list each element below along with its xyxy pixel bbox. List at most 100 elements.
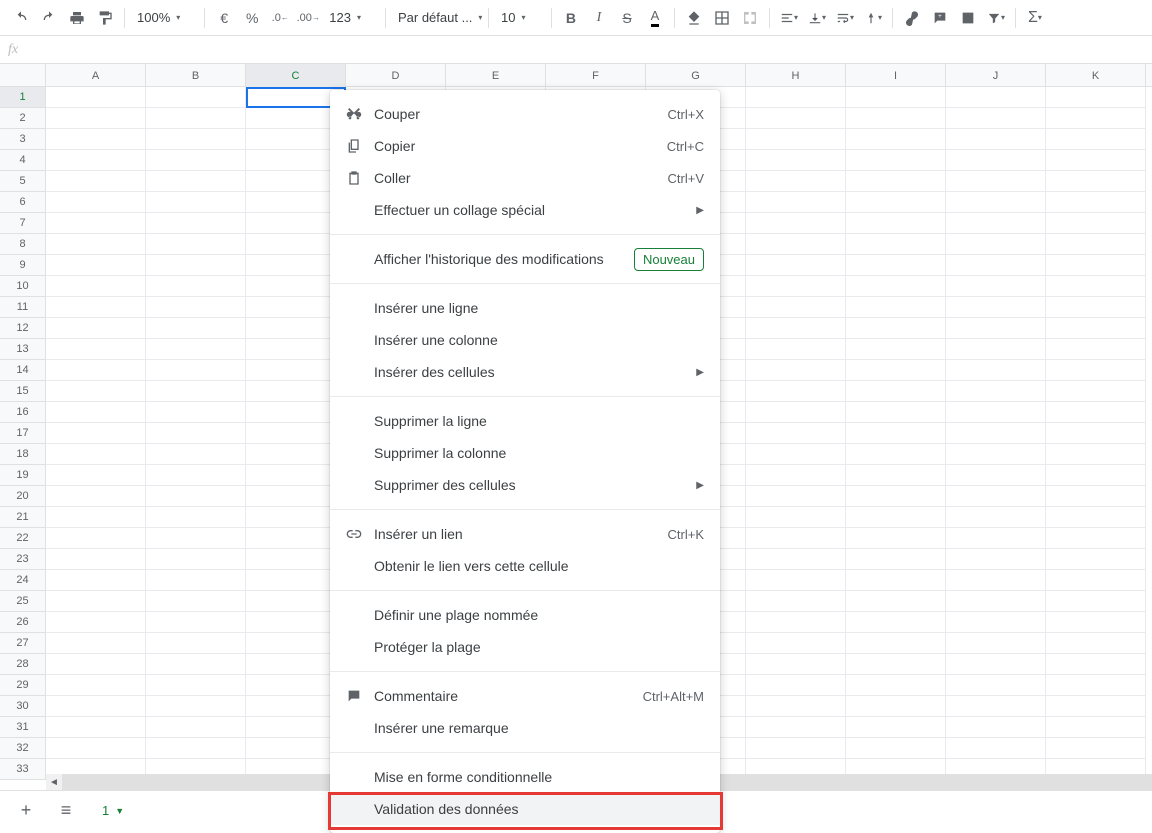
cell-J25[interactable]	[946, 591, 1046, 612]
cell-H24[interactable]	[746, 570, 846, 591]
decrease-decimal-button[interactable]: .0←	[267, 5, 293, 31]
cell-H27[interactable]	[746, 633, 846, 654]
cell-H20[interactable]	[746, 486, 846, 507]
cell-A10[interactable]	[46, 276, 146, 297]
cell-I27[interactable]	[846, 633, 946, 654]
cell-H1[interactable]	[746, 87, 846, 108]
cell-H30[interactable]	[746, 696, 846, 717]
row-header-16[interactable]: 16	[0, 402, 45, 423]
cell-A7[interactable]	[46, 213, 146, 234]
row-header-9[interactable]: 9	[0, 255, 45, 276]
cell-A5[interactable]	[46, 171, 146, 192]
cell-J29[interactable]	[946, 675, 1046, 696]
cell-K13[interactable]	[1046, 339, 1146, 360]
column-header-G[interactable]: G	[646, 64, 746, 87]
cell-A20[interactable]	[46, 486, 146, 507]
menu-insert-column[interactable]: Insérer une colonne	[330, 324, 720, 356]
column-header-E[interactable]: E	[446, 64, 546, 87]
cell-J32[interactable]	[946, 738, 1046, 759]
menu-cut[interactable]: Couper Ctrl+X	[330, 98, 720, 130]
cell-I17[interactable]	[846, 423, 946, 444]
row-header-1[interactable]: 1	[0, 87, 45, 108]
cell-A13[interactable]	[46, 339, 146, 360]
cell-J19[interactable]	[946, 465, 1046, 486]
menu-delete-column[interactable]: Supprimer la colonne	[330, 437, 720, 469]
row-header-32[interactable]: 32	[0, 738, 45, 759]
cell-I29[interactable]	[846, 675, 946, 696]
cell-I4[interactable]	[846, 150, 946, 171]
scroll-left-icon[interactable]: ◄	[46, 774, 62, 790]
cell-A25[interactable]	[46, 591, 146, 612]
cell-B1[interactable]	[146, 87, 246, 108]
cell-K27[interactable]	[1046, 633, 1146, 654]
add-sheet-button[interactable]: +	[12, 797, 40, 825]
cell-K4[interactable]	[1046, 150, 1146, 171]
all-sheets-button[interactable]: ≡	[52, 797, 80, 825]
cell-H18[interactable]	[746, 444, 846, 465]
cell-I16[interactable]	[846, 402, 946, 423]
menu-conditional-formatting[interactable]: Mise en forme conditionnelle	[330, 761, 720, 793]
cell-A17[interactable]	[46, 423, 146, 444]
cell-I28[interactable]	[846, 654, 946, 675]
cell-J14[interactable]	[946, 360, 1046, 381]
number-format-select[interactable]: 123	[323, 6, 379, 30]
row-header-25[interactable]: 25	[0, 591, 45, 612]
cell-B32[interactable]	[146, 738, 246, 759]
cell-A19[interactable]	[46, 465, 146, 486]
cell-H21[interactable]	[746, 507, 846, 528]
cell-J15[interactable]	[946, 381, 1046, 402]
cell-H14[interactable]	[746, 360, 846, 381]
cell-H28[interactable]	[746, 654, 846, 675]
cell-I15[interactable]	[846, 381, 946, 402]
cell-K3[interactable]	[1046, 129, 1146, 150]
column-header-H[interactable]: H	[746, 64, 846, 87]
cell-H9[interactable]	[746, 255, 846, 276]
cell-A4[interactable]	[46, 150, 146, 171]
menu-paste[interactable]: Coller Ctrl+V	[330, 162, 720, 194]
cell-K21[interactable]	[1046, 507, 1146, 528]
row-header-30[interactable]: 30	[0, 696, 45, 717]
cell-H26[interactable]	[746, 612, 846, 633]
cell-K30[interactable]	[1046, 696, 1146, 717]
cell-A11[interactable]	[46, 297, 146, 318]
cell-I10[interactable]	[846, 276, 946, 297]
column-header-K[interactable]: K	[1046, 64, 1146, 87]
row-header-13[interactable]: 13	[0, 339, 45, 360]
cell-I18[interactable]	[846, 444, 946, 465]
row-header-15[interactable]: 15	[0, 381, 45, 402]
cell-I7[interactable]	[846, 213, 946, 234]
row-header-33[interactable]: 33	[0, 759, 45, 780]
cell-B4[interactable]	[146, 150, 246, 171]
functions-button[interactable]: Σ▾	[1022, 5, 1048, 31]
cell-A9[interactable]	[46, 255, 146, 276]
row-header-14[interactable]: 14	[0, 360, 45, 381]
cell-J7[interactable]	[946, 213, 1046, 234]
cell-J22[interactable]	[946, 528, 1046, 549]
menu-paste-special[interactable]: Effectuer un collage spécial ▶	[330, 194, 720, 226]
cell-J23[interactable]	[946, 549, 1046, 570]
cell-B24[interactable]	[146, 570, 246, 591]
cell-I12[interactable]	[846, 318, 946, 339]
redo-button[interactable]	[36, 5, 62, 31]
cell-J1[interactable]	[946, 87, 1046, 108]
cell-A27[interactable]	[46, 633, 146, 654]
bold-button[interactable]: B	[558, 5, 584, 31]
row-header-8[interactable]: 8	[0, 234, 45, 255]
cell-H10[interactable]	[746, 276, 846, 297]
select-all-corner[interactable]	[0, 64, 46, 87]
cell-A30[interactable]	[46, 696, 146, 717]
cell-A22[interactable]	[46, 528, 146, 549]
menu-insert-note[interactable]: Insérer une remarque	[330, 712, 720, 744]
cell-A8[interactable]	[46, 234, 146, 255]
cell-I26[interactable]	[846, 612, 946, 633]
cell-J26[interactable]	[946, 612, 1046, 633]
text-color-button[interactable]: A	[642, 5, 668, 31]
increase-decimal-button[interactable]: .00→	[295, 5, 321, 31]
cell-I20[interactable]	[846, 486, 946, 507]
cell-H16[interactable]	[746, 402, 846, 423]
cell-I22[interactable]	[846, 528, 946, 549]
cell-B31[interactable]	[146, 717, 246, 738]
cell-B27[interactable]	[146, 633, 246, 654]
row-header-20[interactable]: 20	[0, 486, 45, 507]
column-header-D[interactable]: D	[346, 64, 446, 87]
